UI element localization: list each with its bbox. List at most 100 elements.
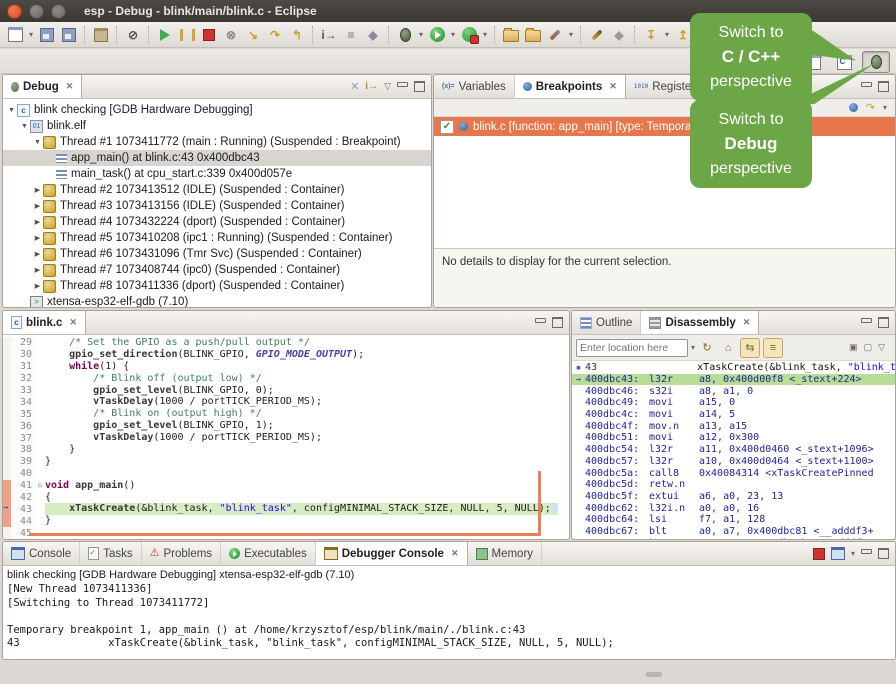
- debug-tree-item[interactable]: ▶Thread #2 1073413512 (IDLE) (Suspended …: [3, 182, 431, 198]
- debug-tree-item[interactable]: ▶Thread #5 1073410208 (ipc1 : Running) (…: [3, 230, 431, 246]
- remove-all-terminated-icon[interactable]: ✕: [350, 80, 359, 93]
- toggle-comment-icon[interactable]: ◆: [609, 25, 629, 45]
- close-icon[interactable]: ✕: [609, 81, 617, 92]
- tree-collapsed-icon[interactable]: ▶: [32, 234, 43, 242]
- disassembly-listing[interactable]: ▪43 xTaskCreate(&blink_task, "blink_tas→…: [572, 361, 895, 540]
- close-icon[interactable]: ✕: [451, 548, 459, 559]
- open-folder-icon[interactable]: [523, 25, 543, 45]
- debug-icon[interactable]: [395, 25, 415, 45]
- minimize-icon[interactable]: [397, 82, 408, 87]
- run-dropdown-icon[interactable]: ▾: [448, 25, 458, 45]
- new-wizard-dropdown-icon[interactable]: ▾: [26, 25, 36, 45]
- maximize-icon[interactable]: [878, 317, 889, 328]
- tab-memory[interactable]: Memory: [468, 542, 543, 565]
- minimize-icon[interactable]: [861, 549, 872, 554]
- maximize-icon[interactable]: [414, 81, 425, 92]
- pin-view-icon[interactable]: ▢: [864, 342, 873, 353]
- debug-tree-item[interactable]: main_task() at cpu_start.c:339 0x400d057…: [3, 166, 431, 182]
- location-input[interactable]: [576, 339, 688, 357]
- tab-executables[interactable]: Executables: [221, 542, 316, 565]
- tab-console[interactable]: Console: [3, 542, 80, 565]
- new-view-icon[interactable]: ▣: [849, 342, 858, 353]
- tree-expanded-icon[interactable]: ▼: [19, 123, 30, 130]
- sash-handle[interactable]: [646, 672, 662, 677]
- breakpoint-checkbox[interactable]: ✓: [440, 120, 454, 134]
- terminate-icon[interactable]: [199, 25, 219, 45]
- terminate-icon[interactable]: [813, 548, 825, 560]
- breakpoint-row[interactable]: ✓ blink.c [function: app_main] [type: Te…: [434, 117, 895, 136]
- skip-all-breakpoints-icon[interactable]: ⊘: [123, 25, 143, 45]
- open-file-icon[interactable]: [501, 25, 521, 45]
- tab-disassembly[interactable]: Disassembly✕: [641, 311, 759, 334]
- console-dropdown-icon[interactable]: ▾: [851, 549, 855, 558]
- debug-tree-item[interactable]: >xtensa-esp32-elf-gdb (7.10): [3, 294, 431, 308]
- new-wizard-icon[interactable]: [5, 25, 25, 45]
- tab-outline[interactable]: Outline: [572, 311, 641, 334]
- tab-breakpoints[interactable]: Breakpoints✕: [515, 75, 626, 98]
- console-output[interactable]: blink checking [GDB Hardware Debugging] …: [3, 566, 895, 660]
- external-tools-icon[interactable]: [459, 25, 479, 45]
- location-dropdown-icon[interactable]: ▾: [691, 343, 695, 352]
- format-icon[interactable]: [587, 25, 607, 45]
- build-icon[interactable]: [91, 25, 111, 45]
- tab-variables[interactable]: (x)=Variables: [434, 75, 515, 98]
- close-icon[interactable]: ✕: [66, 81, 74, 92]
- window-maximize-button[interactable]: [51, 4, 66, 19]
- close-icon[interactable]: ✕: [743, 317, 751, 328]
- tree-collapsed-icon[interactable]: ▶: [32, 282, 43, 290]
- last-edit-location-icon[interactable]: ↧: [641, 25, 661, 45]
- tree-expanded-icon[interactable]: ▼: [6, 107, 17, 114]
- debug-tree-item[interactable]: ▶Thread #6 1073431096 (Tmr Svc) (Suspend…: [3, 246, 431, 262]
- tree-collapsed-icon[interactable]: ▶: [32, 202, 43, 210]
- debug-tree-item[interactable]: ▶Thread #3 1073413156 (IDLE) (Suspended …: [3, 198, 431, 214]
- instruction-stepping-mode-icon[interactable]: i→: [319, 25, 339, 45]
- debug-tree-item[interactable]: ▼cblink checking [GDB Hardware Debugging…: [3, 102, 431, 118]
- debug-tool-icon[interactable]: ◆: [363, 25, 383, 45]
- sync-selection-icon[interactable]: ⇆: [740, 338, 760, 358]
- minimize-icon[interactable]: [861, 82, 872, 87]
- view-menu-icon[interactable]: ▽: [384, 81, 391, 92]
- disconnect-icon[interactable]: ⊗: [221, 25, 241, 45]
- use-step-filters-icon[interactable]: ≡: [341, 25, 361, 45]
- tab-blink-c[interactable]: c blink.c ✕: [3, 311, 86, 334]
- window-close-button[interactable]: [7, 4, 22, 19]
- tab-tasks[interactable]: Tasks: [80, 542, 141, 565]
- home-icon[interactable]: ⌂: [719, 339, 737, 357]
- debug-tree-item[interactable]: ▶Thread #8 1073411336 (dport) (Suspended…: [3, 278, 431, 294]
- launch-dropdown-icon[interactable]: ▾: [566, 25, 576, 45]
- minimize-icon[interactable]: [861, 318, 872, 323]
- step-over-icon[interactable]: ↷: [265, 25, 285, 45]
- debug-tree-item[interactable]: ▼01blink.elf: [3, 118, 431, 134]
- tab-debugger-console[interactable]: Debugger Console✕: [316, 542, 468, 565]
- toolbar-chevron-icon[interactable]: ▾: [883, 103, 887, 112]
- view-menu-icon[interactable]: ▽: [878, 342, 885, 353]
- maximize-icon[interactable]: [878, 81, 889, 92]
- save-icon[interactable]: [37, 25, 57, 45]
- debug-tree-item[interactable]: ▶Thread #4 1073432224 (dport) (Suspended…: [3, 214, 431, 230]
- debug-dropdown-icon[interactable]: ▾: [416, 25, 426, 45]
- show-source-icon[interactable]: ≡: [763, 338, 783, 358]
- close-icon[interactable]: ✕: [69, 317, 77, 328]
- instruction-stepping-icon[interactable]: i→: [365, 81, 378, 92]
- window-minimize-button[interactable]: [29, 4, 44, 19]
- tab-problems[interactable]: ⚠Problems: [142, 542, 221, 565]
- show-breakpoints-icon[interactable]: [849, 103, 858, 112]
- tab-debug[interactable]: Debug ✕: [3, 75, 82, 98]
- run-icon[interactable]: [427, 25, 447, 45]
- tree-collapsed-icon[interactable]: ▶: [32, 250, 43, 258]
- suspend-icon[interactable]: [177, 25, 197, 45]
- maximize-icon[interactable]: [878, 548, 889, 559]
- tree-collapsed-icon[interactable]: ▶: [32, 218, 43, 226]
- tree-collapsed-icon[interactable]: ▶: [32, 266, 43, 274]
- maximize-icon[interactable]: [552, 317, 563, 328]
- skip-breakpoints-icon[interactable]: ↷: [866, 101, 875, 114]
- last-edit-location-dropdown-icon[interactable]: ▾: [662, 25, 672, 45]
- refresh-icon[interactable]: ↻: [698, 339, 716, 357]
- step-into-icon[interactable]: ↘: [243, 25, 263, 45]
- debug-tree-item[interactable]: ▼Thread #1 1073411772 (main : Running) (…: [3, 134, 431, 150]
- debug-tree-item[interactable]: ▶Thread #7 1073408744 (ipc0) (Suspended …: [3, 262, 431, 278]
- debug-tree-item[interactable]: app_main() at blink.c:43 0x400dbc43: [3, 150, 431, 166]
- tree-expanded-icon[interactable]: ▼: [32, 139, 43, 146]
- step-return-icon[interactable]: ↰: [287, 25, 307, 45]
- fold-marker-icon[interactable]: ⊖: [35, 481, 45, 490]
